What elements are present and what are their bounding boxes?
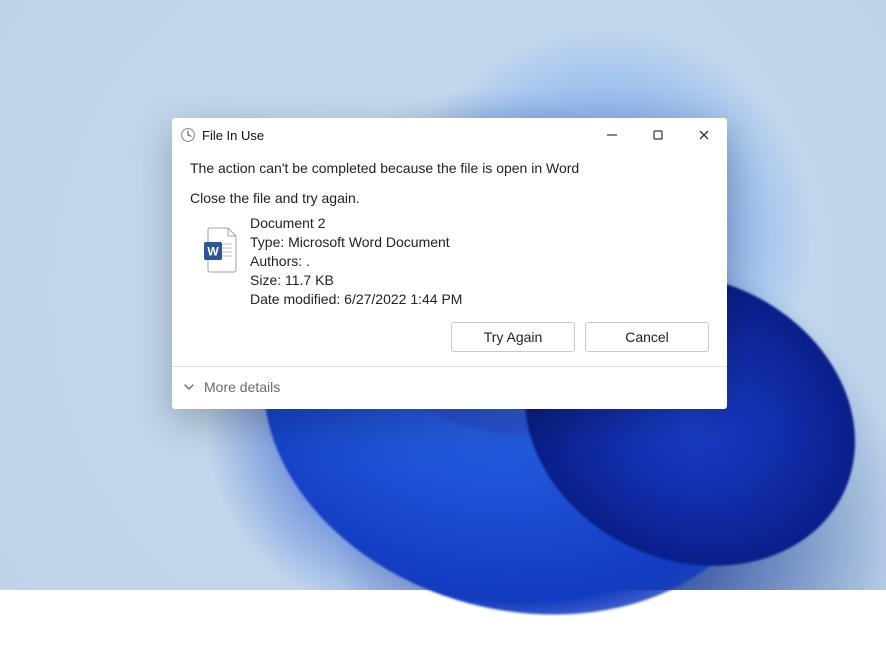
minimize-button[interactable] bbox=[589, 118, 635, 152]
word-document-icon: W bbox=[204, 226, 240, 274]
titlebar: File In Use bbox=[172, 118, 727, 152]
dialog-title: File In Use bbox=[202, 128, 264, 143]
more-details-label: More details bbox=[204, 379, 280, 395]
try-again-button[interactable]: Try Again bbox=[451, 322, 575, 352]
file-name: Document 2 bbox=[250, 214, 462, 233]
file-in-use-dialog: File In Use The action can't be complete… bbox=[172, 118, 727, 409]
file-size: Size: 11.7 KB bbox=[250, 271, 462, 290]
file-modified: Date modified: 6/27/2022 1:44 PM bbox=[250, 290, 462, 309]
cancel-button[interactable]: Cancel bbox=[585, 322, 709, 352]
file-authors: Authors: . bbox=[250, 252, 462, 271]
message-main: The action can't be completed because th… bbox=[190, 160, 709, 176]
dialog-body: The action can't be completed because th… bbox=[172, 152, 727, 366]
file-info-row: W Document 2 Type: Microsoft Word Docume… bbox=[190, 212, 709, 308]
chevron-down-icon bbox=[182, 380, 196, 394]
more-details-toggle[interactable]: More details bbox=[172, 366, 727, 409]
history-clock-icon bbox=[180, 127, 196, 143]
file-metadata: Document 2 Type: Microsoft Word Document… bbox=[250, 212, 462, 308]
maximize-button[interactable] bbox=[635, 118, 681, 152]
close-button[interactable] bbox=[681, 118, 727, 152]
svg-text:W: W bbox=[207, 245, 219, 259]
button-row: Try Again Cancel bbox=[190, 322, 709, 352]
file-type: Type: Microsoft Word Document bbox=[250, 233, 462, 252]
message-sub: Close the file and try again. bbox=[190, 190, 709, 206]
